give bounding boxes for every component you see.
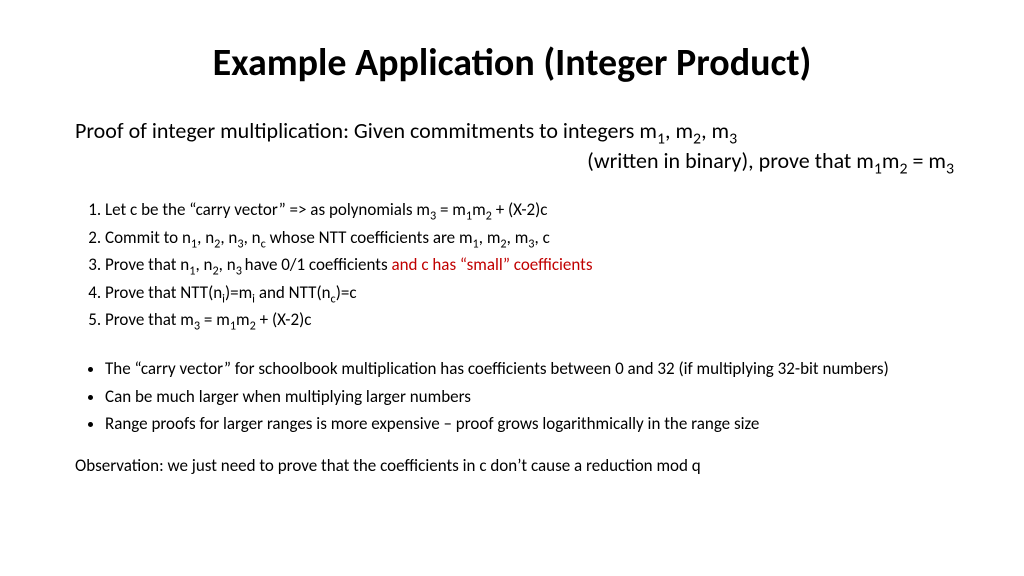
- slide-title: Example Application (Integer Product): [60, 40, 964, 86]
- red-text: and c has “small” coefficients: [391, 254, 592, 275]
- bullet-1: The “carry vector” for schoolbook multip…: [105, 357, 964, 382]
- slide-subtitle: Proof of integer multiplication: Given c…: [60, 116, 964, 175]
- numbered-steps: Let c be the “carry vector” => as polyno…: [60, 197, 964, 333]
- step-4: Prove that NTT(ni)=mi and NTT(nc)=c: [105, 280, 964, 306]
- step-2: Commit to n1, n2, n3, nc whose NTT coeff…: [105, 225, 964, 251]
- observation-text: Observation: we just need to prove that …: [60, 455, 964, 476]
- subtitle-line1: Proof of integer multiplication: Given c…: [60, 116, 954, 146]
- subtitle-line2: (written in binary), prove that m1m2 = m…: [60, 146, 954, 176]
- bullet-list: The “carry vector” for schoolbook multip…: [60, 357, 964, 437]
- bullet-2: Can be much larger when multiplying larg…: [105, 385, 964, 410]
- bullet-3: Range proofs for larger ranges is more e…: [105, 412, 964, 437]
- step-3: Prove that n1, n2, n3 have 0/1 coefficie…: [105, 252, 964, 278]
- step-5: Prove that m3 = m1m2 + (X-2)c: [105, 307, 964, 333]
- step-1: Let c be the “carry vector” => as polyno…: [105, 197, 964, 223]
